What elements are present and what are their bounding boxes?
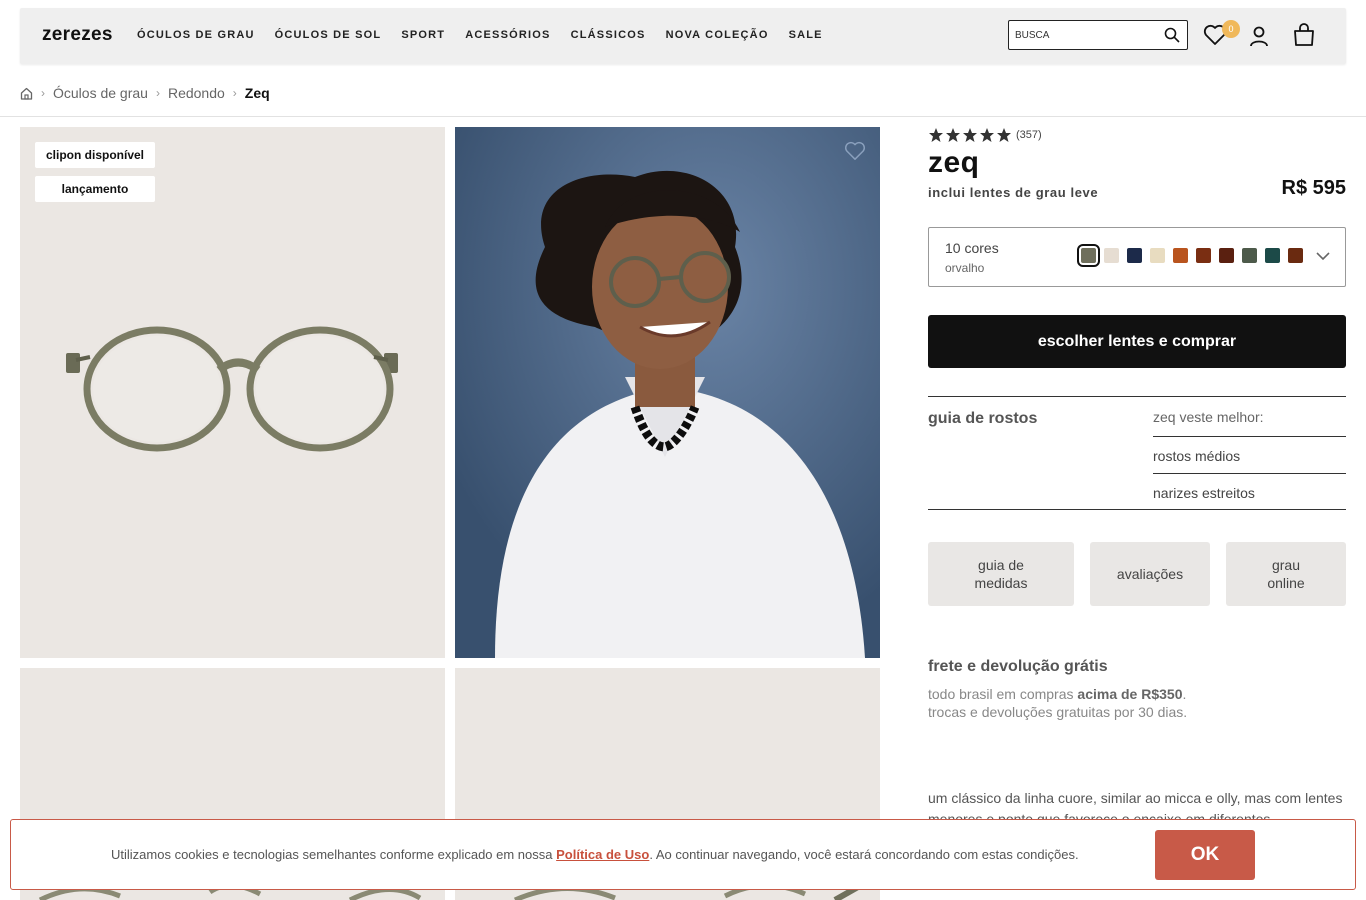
color-swatch[interactable] — [1288, 248, 1303, 263]
search-input[interactable]: BUSCA — [1008, 20, 1188, 50]
face-guide: guia de rostos zeq veste melhor: rostos … — [928, 396, 1346, 510]
choose-lenses-buy-button[interactable]: escolher lentes e comprar — [928, 315, 1346, 368]
star-icon — [997, 128, 1011, 142]
color-swatches — [1077, 244, 1311, 267]
rating[interactable]: (357) — [928, 127, 1042, 143]
color-swatch[interactable] — [1127, 248, 1142, 263]
cookie-banner: Utilizamos cookies e tecnologias semelha… — [10, 819, 1356, 890]
shipping-threshold: acima de R$350 — [1077, 686, 1183, 702]
search-icon[interactable] — [1164, 27, 1180, 43]
star-icon — [946, 128, 960, 142]
breadcrumb-current: Zeq — [244, 85, 270, 101]
online-prescription-button[interactable]: grau online — [1226, 542, 1346, 606]
reviews-button[interactable]: avaliações — [1090, 542, 1210, 606]
color-swatch[interactable] — [1219, 248, 1234, 263]
chevron-right-icon: › — [155, 86, 160, 100]
product-subtitle: inclui lentes de grau leve — [928, 185, 1099, 200]
chevron-down-icon[interactable] — [1315, 250, 1331, 262]
color-swatch[interactable] — [1196, 248, 1211, 263]
color-selector[interactable]: 10 cores orvalho — [928, 227, 1346, 287]
main-nav: ÓCULOS DE GRAU ÓCULOS DE SOL SPORT ACESS… — [137, 29, 843, 41]
model-photo[interactable] — [455, 127, 880, 658]
color-swatch[interactable] — [1265, 248, 1280, 263]
face-guide-item: narizes estreitos — [1153, 485, 1255, 501]
product-price: R$ 595 — [1281, 177, 1347, 199]
shipping-title: frete e devolução grátis — [928, 658, 1108, 675]
wishlist-count-badge: 0 — [1222, 20, 1240, 38]
chevron-right-icon: › — [41, 86, 45, 100]
breadcrumb-oculos-de-grau[interactable]: Óculos de grau — [53, 85, 148, 101]
color-swatch[interactable] — [1104, 248, 1119, 263]
model-illustration — [455, 127, 880, 658]
colors-count: 10 cores — [945, 240, 999, 256]
search-placeholder: BUSCA — [1015, 30, 1050, 41]
breadcrumb-redondo[interactable]: Redondo — [168, 85, 225, 101]
chevron-right-icon: › — [232, 86, 237, 100]
product-title: zeq — [928, 146, 980, 179]
cookie-ok-button[interactable]: OK — [1155, 830, 1255, 880]
star-icon — [963, 128, 977, 142]
cookie-text-before: Utilizamos cookies e tecnologias semelha… — [111, 847, 557, 862]
color-swatch[interactable] — [1173, 248, 1188, 263]
color-swatch[interactable] — [1242, 248, 1257, 263]
color-swatch[interactable] — [1150, 248, 1165, 263]
nav-oculos-de-sol[interactable]: ÓCULOS DE SOL — [275, 29, 382, 41]
color-swatch[interactable] — [1077, 244, 1100, 267]
face-guide-heading: zeq veste melhor: — [1153, 397, 1346, 437]
user-icon[interactable] — [1248, 25, 1270, 47]
cookie-text-after: . Ao continuar navegando, você estará co… — [649, 847, 1079, 862]
shipping-line1-end: . — [1182, 686, 1187, 702]
shopping-bag-icon[interactable] — [1292, 23, 1316, 47]
nav-oculos-de-grau[interactable]: ÓCULOS DE GRAU — [137, 29, 255, 41]
shipping-line1: todo brasil em compras — [928, 686, 1078, 702]
site-header: zerezes ÓCULOS DE GRAU ÓCULOS DE SOL SPO… — [20, 8, 1346, 64]
selected-color-name: orvalho — [945, 261, 985, 275]
face-guide-item: rostos médios — [1153, 437, 1346, 474]
product-image-front[interactable]: clipon disponível lançamento — [20, 127, 445, 658]
divider — [0, 116, 1366, 117]
breadcrumb: › Óculos de grau › Redondo › Zeq — [20, 85, 270, 101]
star-icon — [980, 128, 994, 142]
glasses-illustration — [66, 326, 398, 452]
face-guide-title: guia de rostos — [928, 410, 1038, 427]
favorite-heart-icon[interactable] — [844, 141, 866, 161]
cookie-text: Utilizamos cookies e tecnologias semelha… — [111, 847, 1079, 862]
star-icon — [929, 128, 943, 142]
shipping-text: todo brasil em compras acima de R$350. t… — [928, 685, 1187, 721]
policy-link[interactable]: Política de Uso — [556, 847, 649, 862]
home-icon[interactable] — [20, 87, 33, 100]
size-guide-button[interactable]: guia de medidas — [928, 542, 1074, 606]
shipping-line2: trocas e devoluções gratuitas por 30 dia… — [928, 704, 1188, 720]
face-guide-list: zeq veste melhor: rostos médios narizes … — [1153, 397, 1346, 511]
nav-nova-colecao[interactable]: NOVA COLEÇÃO — [666, 29, 769, 41]
nav-sale[interactable]: SALE — [789, 29, 823, 41]
nav-sport[interactable]: SPORT — [401, 29, 445, 41]
nav-classicos[interactable]: CLÁSSICOS — [571, 29, 646, 41]
nav-acessorios[interactable]: ACESSÓRIOS — [465, 29, 550, 41]
rating-count: (357) — [1016, 129, 1042, 141]
logo[interactable]: zerezes — [42, 24, 113, 46]
